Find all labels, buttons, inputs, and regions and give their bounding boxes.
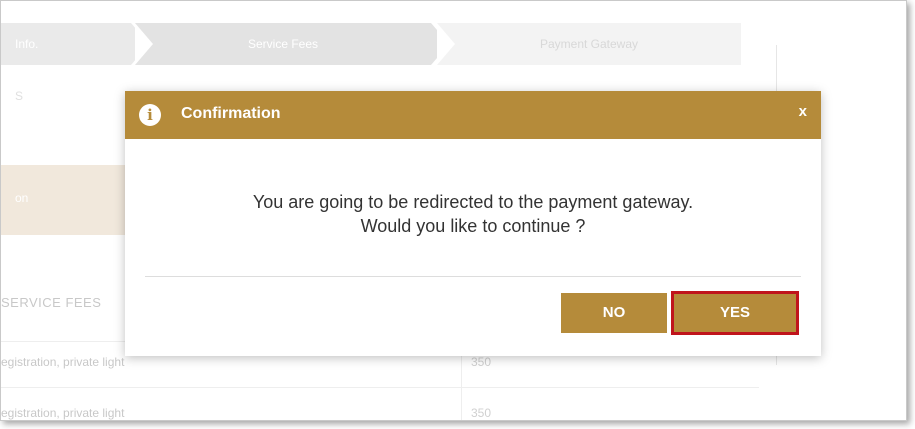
background-text: S [15,89,24,103]
table-row-value: 350 [471,406,492,420]
step-service-fees: Service Fees [135,23,449,65]
no-button[interactable]: NO [561,293,667,333]
table-row-value: 350 [471,355,492,369]
service-fees-heading: SERVICE FEES [1,295,102,310]
confirmation-dialog: i Confirmation x You are going to be red… [125,91,821,356]
step-info: Info. [1,23,149,65]
wizard-steps: Info. Service Fees Payment Gateway [1,23,741,65]
browser-frame: Info. Service Fees Payment Gateway S on … [0,0,907,421]
dialog-header: i Confirmation x [125,91,821,139]
info-icon: i [139,104,161,126]
yes-button[interactable]: YES [671,291,799,335]
dialog-message-line-2: Would you like to continue ? [360,216,586,236]
dialog-body: You are going to be redirected to the pa… [125,139,821,275]
table-row-label: egistration, private light [1,406,125,420]
table-divider [1,387,759,388]
background-highlight-text: on [15,191,29,205]
dialog-title: Confirmation [181,105,281,122]
close-button[interactable]: x [799,103,807,120]
dialog-message-line-1: You are going to be redirected to the pa… [252,192,694,212]
table-row-label: egistration, private light [1,355,125,369]
step-payment-gateway: Payment Gateway [437,23,741,65]
dialog-divider [145,276,801,277]
